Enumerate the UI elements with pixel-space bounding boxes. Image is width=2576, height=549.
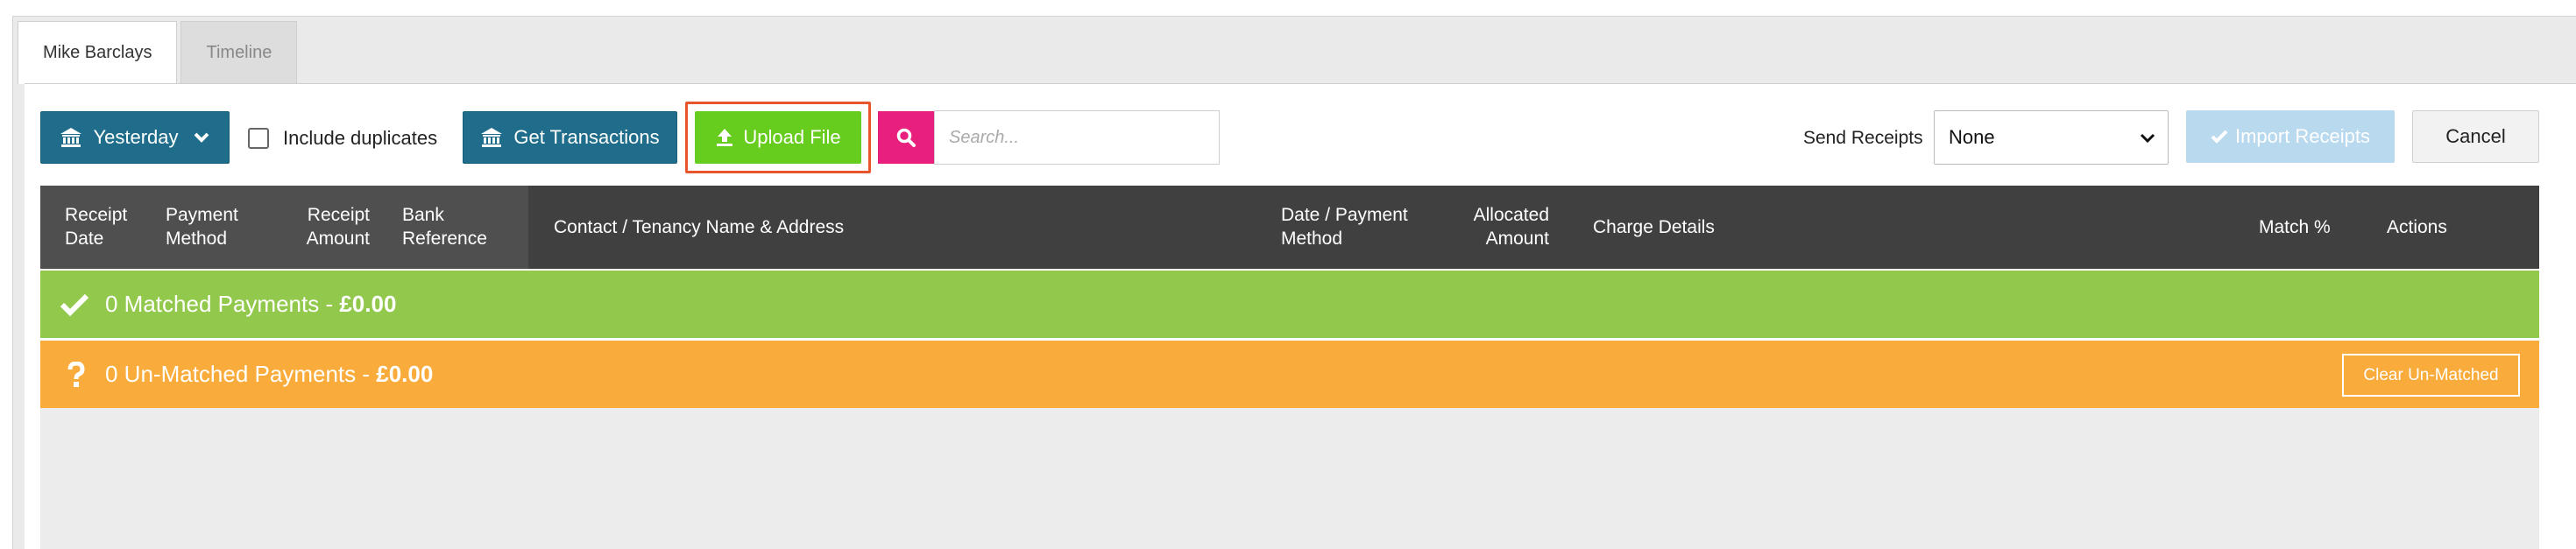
column-date-payment-method-line2: Method (1281, 229, 1343, 249)
date-filter-dropdown[interactable]: Yesterday (40, 111, 230, 164)
column-payment-method-line2: Method (166, 229, 228, 249)
column-payment-method-line1: Payment (166, 205, 238, 225)
unmatched-payments-amount: £0.00 (376, 361, 434, 387)
column-charge-details: Charge Details (1593, 217, 1715, 237)
column-payment-method: Payment Method (166, 203, 238, 250)
send-receipts-value: None (1949, 126, 1995, 148)
date-filter-label: Yesterday (93, 126, 179, 148)
matched-payments-row[interactable]: 0 Matched Payments - £0.00 (40, 271, 2539, 338)
column-receipt-amount-line2: Amount (306, 229, 370, 249)
column-bank-reference-line2: Reference (402, 229, 487, 249)
include-duplicates-option[interactable]: Include duplicates (248, 127, 437, 150)
column-contact: Contact / Tenancy Name & Address (554, 217, 845, 237)
send-receipts-select[interactable]: None (1934, 110, 2169, 165)
column-allocated-amount-line2: Amount (1485, 229, 1549, 249)
include-duplicates-label: Include duplicates (283, 127, 438, 149)
import-receipts-label: Import Receipts (2234, 125, 2371, 147)
upload-icon (717, 129, 733, 146)
cancel-label: Cancel (2445, 125, 2506, 147)
column-receipt-date-line1: Receipt (65, 205, 128, 225)
column-actions: Actions (2387, 217, 2447, 237)
table-header: Receipt Date Payment Method Receipt Amou… (40, 186, 2539, 269)
column-receipt-amount-line1: Receipt (307, 205, 370, 225)
tab-timeline[interactable]: Timeline (180, 21, 298, 84)
column-receipt-date-line2: Date (65, 229, 104, 249)
check-icon (2211, 130, 2228, 144)
get-transactions-button[interactable]: Get Transactions (463, 111, 677, 164)
import-receipts-button[interactable]: Import Receipts (2186, 110, 2395, 163)
column-bank-reference: Bank Reference (402, 203, 487, 250)
chevron-down-icon (194, 132, 209, 143)
tab-mike-barclays[interactable]: Mike Barclays (18, 21, 178, 84)
include-duplicates-checkbox[interactable] (248, 128, 269, 149)
column-date-payment-method-line1: Date / Payment (1281, 205, 1408, 225)
bank-icon (60, 128, 82, 147)
upload-file-button[interactable]: Upload File (695, 111, 861, 164)
results-area (40, 408, 2539, 549)
column-allocated-amount: Allocated Amount (1451, 203, 1549, 250)
check-icon (60, 293, 89, 316)
question-icon (67, 361, 85, 387)
bank-icon (481, 128, 503, 147)
column-date-payment-method: Date / Payment Method (1281, 203, 1408, 250)
matched-payments-amount: £0.00 (339, 291, 397, 317)
upload-file-label: Upload File (743, 126, 841, 148)
cancel-button[interactable]: Cancel (2412, 110, 2539, 163)
search-button[interactable] (878, 111, 934, 164)
column-receipt-amount: Receipt Amount (303, 203, 370, 250)
column-match: Match % (2259, 217, 2331, 237)
search-icon (896, 128, 916, 147)
tab-bar: Mike Barclays Timeline (18, 21, 301, 84)
unmatched-payments-row[interactable]: 0 Un-Matched Payments - £0.00 Clear Un-M… (40, 341, 2539, 408)
get-transactions-label: Get Transactions (513, 126, 660, 148)
send-receipts-label: Send Receipts (1803, 128, 1923, 148)
column-allocated-amount-line1: Allocated (1473, 205, 1549, 225)
column-receipt-date: Receipt Date (65, 203, 127, 250)
unmatched-payments-text: 0 Un-Matched Payments - (105, 361, 377, 387)
clear-unmatched-button[interactable]: Clear Un-Matched (2342, 354, 2520, 397)
matched-payments-text: 0 Matched Payments - (105, 291, 340, 317)
column-bank-reference-line1: Bank (402, 205, 444, 225)
search-input[interactable] (934, 110, 1220, 165)
chevron-down-icon (2140, 133, 2155, 144)
